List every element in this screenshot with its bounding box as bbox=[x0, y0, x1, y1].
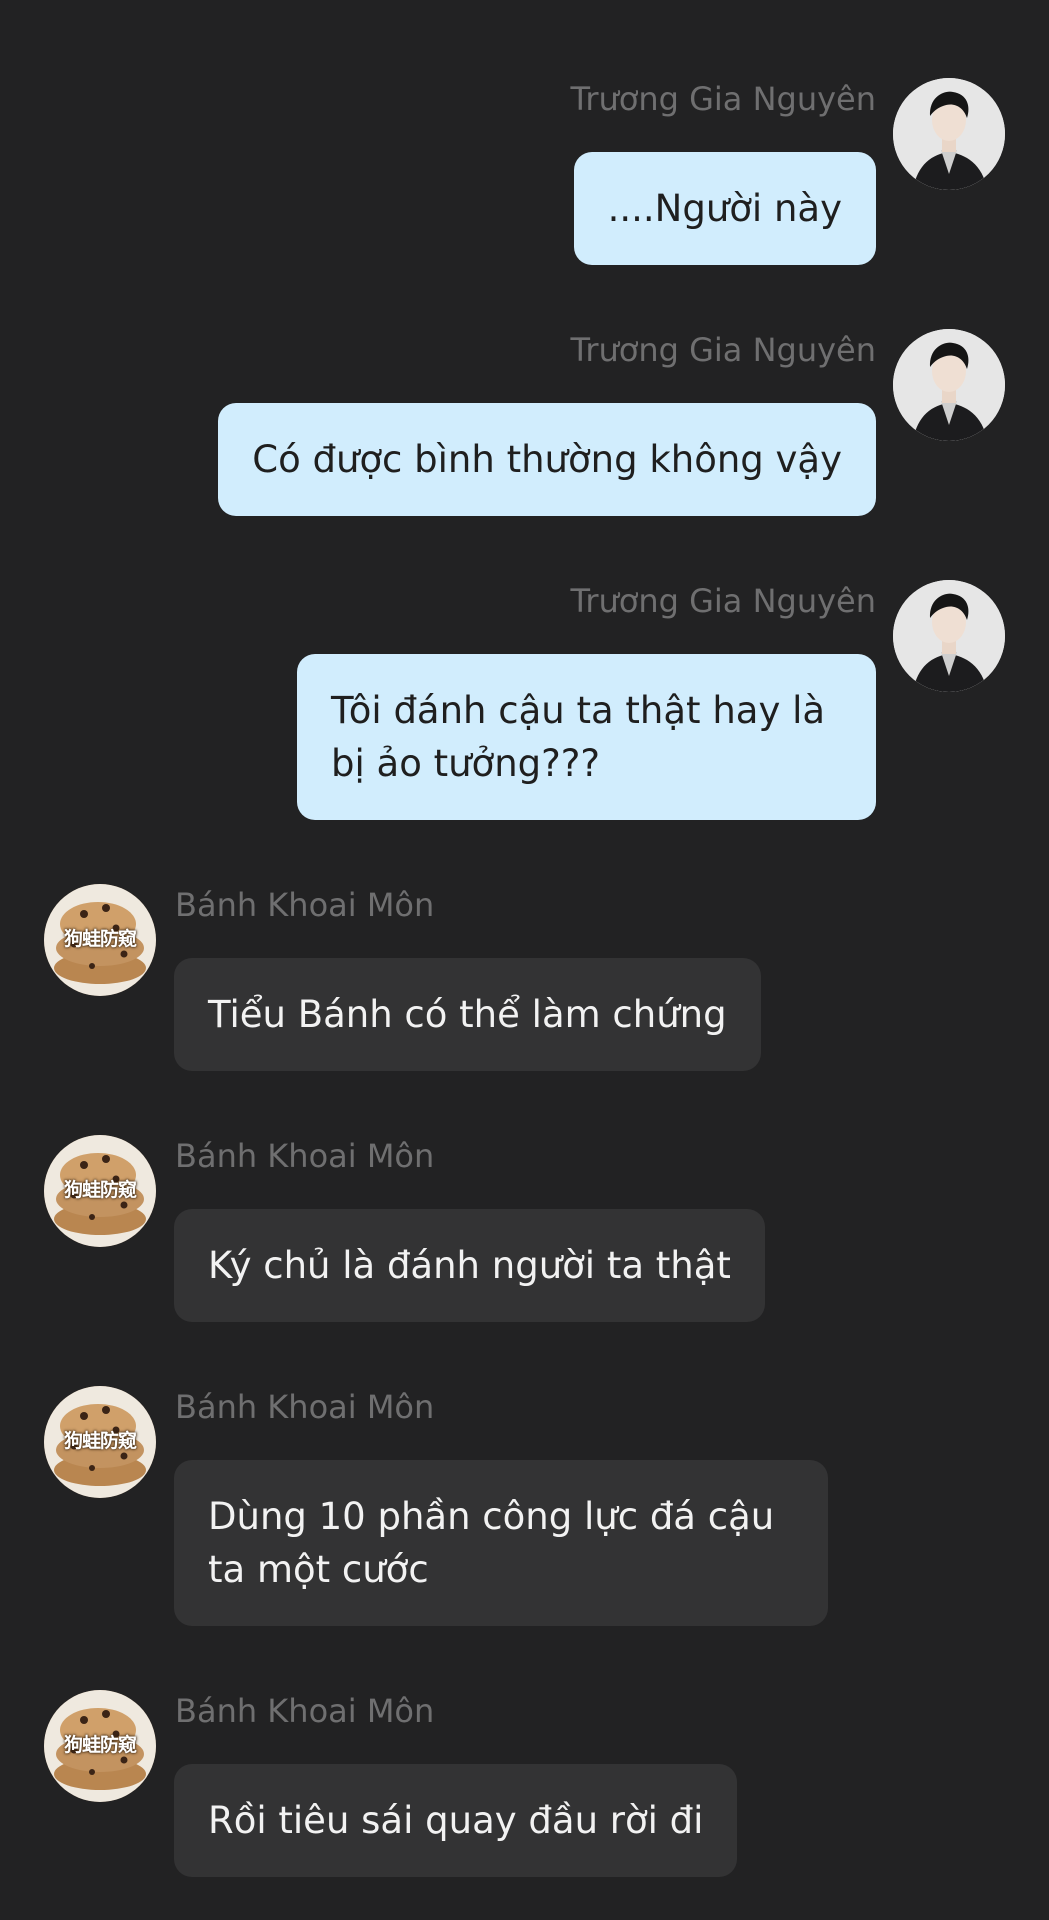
sender-name: Bánh Khoai Môn bbox=[175, 1692, 435, 1730]
pastry-avatar-icon[interactable]: 狗蛙防窥 bbox=[44, 1690, 156, 1802]
pastry-avatar-icon[interactable]: 狗蛙防窥 bbox=[44, 1135, 156, 1247]
message-bubble[interactable]: Ký chủ là đánh người ta thật bbox=[174, 1209, 765, 1322]
avatar-caption: 狗蛙防窥 bbox=[63, 1179, 137, 1201]
man-portrait-avatar-icon[interactable] bbox=[893, 329, 1005, 441]
message-bubble[interactable]: Rồi tiêu sái quay đầu rời đi bbox=[174, 1764, 738, 1877]
message-bubble[interactable]: Tiểu Bánh có thể làm chứng bbox=[174, 958, 761, 1071]
message-bubble[interactable]: Tôi đánh cậu ta thật hay là bị ảo tưởng?… bbox=[297, 654, 876, 820]
message-bubble[interactable]: ....Người này bbox=[573, 152, 876, 265]
message-bubble[interactable]: Dùng 10 phần công lực đá cậu ta một cước bbox=[174, 1460, 828, 1626]
sender-name: Trương Gia Nguyên bbox=[570, 80, 876, 118]
sender-name: Trương Gia Nguyên bbox=[570, 331, 876, 369]
sender-name: Trương Gia Nguyên bbox=[570, 582, 876, 620]
man-portrait-avatar-icon[interactable] bbox=[893, 78, 1005, 190]
sender-name: Bánh Khoai Môn bbox=[175, 886, 435, 924]
sender-name: Bánh Khoai Môn bbox=[175, 1388, 435, 1426]
pastry-avatar-icon[interactable]: 狗蛙防窥 bbox=[44, 1386, 156, 1498]
sender-name: Bánh Khoai Môn bbox=[175, 1137, 435, 1175]
chat-thread[interactable]: Trương Gia Nguyên ....Người này Trương G… bbox=[0, 0, 1049, 1920]
avatar-caption: 狗蛙防窥 bbox=[63, 1430, 137, 1452]
message-bubble[interactable]: Có được bình thường không vậy bbox=[218, 403, 876, 516]
avatar-caption: 狗蛙防窥 bbox=[63, 1734, 137, 1756]
pastry-avatar-icon[interactable]: 狗蛙防窥 bbox=[44, 884, 156, 996]
man-portrait-avatar-icon[interactable] bbox=[893, 580, 1005, 692]
avatar-caption: 狗蛙防窥 bbox=[63, 928, 137, 950]
